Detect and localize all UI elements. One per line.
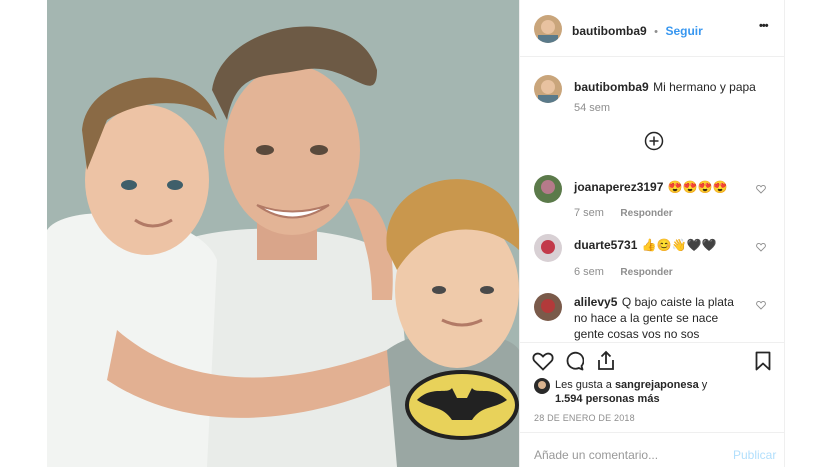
- likes-count[interactable]: 1.594 personas más: [555, 393, 660, 405]
- comment-meta: 7 sem Responder: [574, 203, 673, 221]
- comment-text: 😍😍😍😍: [667, 180, 728, 194]
- caption-text: Mi hermano y papa: [653, 80, 756, 94]
- header-divider: [520, 56, 784, 57]
- author-username[interactable]: bautibomba9: [572, 24, 647, 38]
- comment-avatar[interactable]: [534, 234, 562, 262]
- comment-username[interactable]: alilevy5: [574, 295, 617, 309]
- caption: bautibomba9 Mi hermano y papa: [574, 78, 756, 96]
- comment-text: 👍😊👋🖤🖤: [641, 238, 717, 252]
- input-divider: [520, 432, 784, 433]
- likes-line: Les gusta a sangrejaponesa y: [555, 379, 707, 391]
- comment-like-icon[interactable]: [756, 184, 766, 194]
- actions-divider: [520, 342, 784, 343]
- post-header: bautibomba9 • Seguir: [572, 22, 703, 40]
- header-separator: •: [654, 26, 658, 38]
- comment-body: joanaperez3197 😍😍😍😍: [574, 178, 728, 196]
- comment-username[interactable]: joanaperez3197: [574, 180, 663, 194]
- post-side-panel: bautibomba9 • Seguir ••• bautibomba9 Mi …: [519, 0, 785, 467]
- reply-button[interactable]: Responder: [620, 267, 672, 278]
- caption-time[interactable]: 54 sem: [574, 102, 610, 114]
- comment-avatar[interactable]: [534, 293, 562, 321]
- likes-user[interactable]: sangrejaponesa: [615, 379, 699, 391]
- liker-avatar[interactable]: [534, 378, 550, 394]
- publish-button[interactable]: Publicar: [733, 448, 776, 462]
- post-date[interactable]: 28 DE ENERO DE 2018: [534, 413, 635, 423]
- follow-button[interactable]: Seguir: [665, 24, 702, 38]
- comment-time[interactable]: 6 sem: [574, 266, 604, 278]
- likes-and: y: [701, 379, 708, 391]
- comment-body: duarte5731 👍😊👋🖤🖤: [574, 236, 717, 254]
- comment-icon[interactable]: [564, 351, 584, 371]
- share-icon[interactable]: [596, 350, 616, 371]
- comment-time[interactable]: 7 sem: [574, 207, 604, 219]
- caption-username[interactable]: bautibomba9: [574, 80, 649, 94]
- comment-body: alilevy5 Q bajo caiste la plata no hace …: [574, 294, 750, 342]
- plus-circle-icon[interactable]: [644, 131, 664, 156]
- comment-like-icon[interactable]: [756, 242, 766, 252]
- likes-prefix: Les gusta a: [555, 379, 612, 391]
- post-photo[interactable]: [47, 0, 519, 467]
- reply-button[interactable]: Responder: [620, 208, 672, 219]
- comment-input[interactable]: Añade un comentario...: [534, 448, 658, 462]
- comment-like-icon[interactable]: [756, 300, 766, 310]
- caption-avatar[interactable]: [534, 75, 562, 103]
- comment-meta: 6 sem Responder: [574, 262, 673, 280]
- heart-icon[interactable]: [532, 351, 554, 371]
- more-options-icon[interactable]: •••: [759, 20, 769, 32]
- bookmark-icon[interactable]: [755, 351, 771, 371]
- comment-avatar[interactable]: [534, 175, 562, 203]
- comment-username[interactable]: duarte5731: [574, 238, 637, 252]
- post-photo-image: [47, 0, 519, 467]
- author-avatar[interactable]: [534, 15, 562, 43]
